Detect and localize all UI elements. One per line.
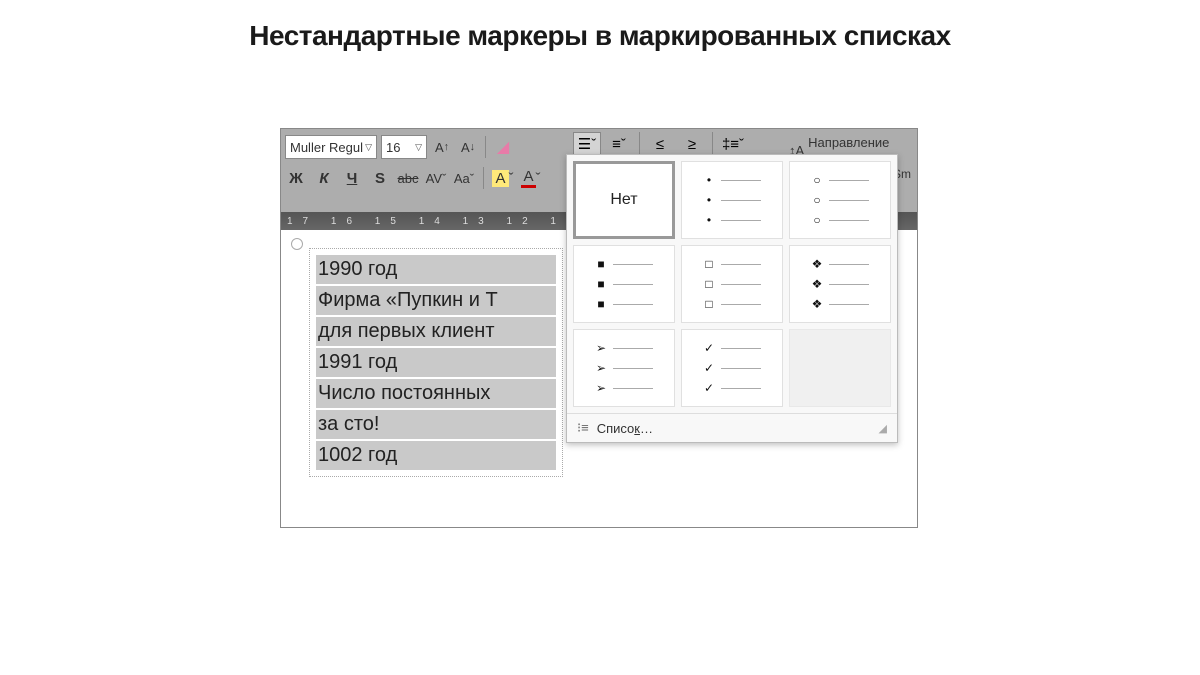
bullet-sample-line [721, 264, 761, 265]
custom-list-link[interactable]: Список… [597, 421, 653, 436]
bullet-option-none[interactable]: Нет [573, 161, 675, 239]
bullet-option-circle[interactable]: ○ ○ ○ [789, 161, 891, 239]
increase-font-button[interactable]: A↑ [431, 135, 453, 159]
bullet-sample-line [721, 368, 761, 369]
bullet-sample-line [613, 368, 653, 369]
strikethrough-button[interactable]: abc [397, 166, 419, 190]
bullet-sample-line [829, 264, 869, 265]
text-frame[interactable]: 1990 год Фирма «Пупкин и Т для первых кл… [309, 248, 563, 477]
decrease-indent-button[interactable]: ≤ [646, 132, 674, 156]
frame-anchor-handle[interactable] [291, 238, 303, 250]
bullet-mark-icon: □ [703, 277, 715, 291]
bullet-sample-line [829, 284, 869, 285]
bullet-mark-icon: ✓ [703, 361, 715, 375]
bullet-sample-line [613, 284, 653, 285]
bullet-sample-line [721, 348, 761, 349]
char-spacing-button[interactable]: AVˇ [425, 166, 447, 190]
bullet-mark-icon: ❖ [811, 297, 823, 311]
font-size-select[interactable]: 16▽ [381, 135, 427, 159]
bullet-sample-line [721, 304, 761, 305]
doc-line[interactable]: Число постоянных [316, 379, 556, 408]
doc-line[interactable]: для первых клиент [316, 317, 556, 346]
bullet-mark-icon: ❖ [811, 277, 823, 291]
bullet-mark-icon: ○ [811, 173, 823, 187]
bullet-sample-line [613, 264, 653, 265]
bulleted-list-button[interactable]: ☰ˇ [573, 132, 601, 156]
numbered-list-button[interactable]: ≡ˇ [605, 132, 633, 156]
bullet-sample-line [829, 180, 869, 181]
doc-line[interactable]: за сто! [316, 410, 556, 439]
bullet-option-empty [789, 329, 891, 407]
bullet-mark-icon: ✓ [703, 381, 715, 395]
decrease-font-button[interactable]: A↓ [457, 135, 479, 159]
bullet-mark-icon: ■ [595, 257, 607, 271]
bullet-mark-icon: ❖ [811, 257, 823, 271]
shadow-button[interactable]: S [369, 166, 391, 190]
bullet-sample-line [829, 220, 869, 221]
bullets-dropdown: Нет • • • ○ ○ ○ ■ ■ ■ □ □ □ ❖ ❖ ❖ ➢ ➢ ➢ ✓ ✓ ✓ ⁝≡ Список… ◢ [566, 154, 898, 443]
bullet-mark-icon: □ [703, 297, 715, 311]
chevron-down-icon: ▽ [415, 142, 422, 153]
bullet-sample-line [613, 304, 653, 305]
clear-formatting-button[interactable]: ◢ [492, 135, 514, 159]
line-spacing-button[interactable]: ‡≡ˇ [719, 132, 747, 156]
doc-line[interactable]: 1002 год [316, 441, 556, 470]
bullet-mark-icon: ○ [811, 193, 823, 207]
highlight-button[interactable]: Aˇ [492, 166, 514, 190]
bullet-mark-icon: • [703, 213, 715, 227]
list-icon: ⁝≡ [577, 420, 589, 436]
bullet-sample-line [829, 304, 869, 305]
bullet-option-disc[interactable]: • • • [681, 161, 783, 239]
bullet-option-black-square[interactable]: ■ ■ ■ [573, 245, 675, 323]
bullet-option-diamond[interactable]: ❖ ❖ ❖ [789, 245, 891, 323]
bullet-mark-icon: ➢ [595, 361, 607, 375]
bullet-mark-icon: • [703, 193, 715, 207]
bold-button[interactable]: Ж [285, 166, 307, 190]
bullet-mark-icon: ■ [595, 277, 607, 291]
bullet-sample-line [721, 388, 761, 389]
bullet-sample-line [613, 388, 653, 389]
bullet-mark-icon: • [703, 173, 715, 187]
bullet-sample-line [613, 348, 653, 349]
italic-button[interactable]: К [313, 166, 335, 190]
bullet-sample-line [829, 200, 869, 201]
none-label: Нет [610, 191, 637, 209]
bullet-mark-icon: □ [703, 257, 715, 271]
bullet-option-arrow[interactable]: ➢ ➢ ➢ [573, 329, 675, 407]
underline-button[interactable]: Ч [341, 166, 363, 190]
bullet-mark-icon: ➢ [595, 381, 607, 395]
doc-line[interactable]: Фирма «Пупкин и Т [316, 286, 556, 315]
bullet-mark-icon: ○ [811, 213, 823, 227]
increase-indent-button[interactable]: ≥ [678, 132, 706, 156]
bullet-sample-line [721, 200, 761, 201]
bullet-sample-line [721, 220, 761, 221]
bullet-mark-icon: ➢ [595, 341, 607, 355]
doc-line[interactable]: 1991 год [316, 348, 556, 377]
resize-grip-icon[interactable]: ◢ [879, 422, 887, 435]
bullet-mark-icon: ✓ [703, 341, 715, 355]
bullet-sample-line [721, 180, 761, 181]
page-title: Нестандартные маркеры в маркированных сп… [0, 0, 1200, 52]
chevron-down-icon: ▽ [365, 142, 372, 153]
bullet-sample-line [721, 284, 761, 285]
bullet-mark-icon: ■ [595, 297, 607, 311]
doc-line[interactable]: 1990 год [316, 255, 556, 284]
bullet-option-hollow-square[interactable]: □ □ □ [681, 245, 783, 323]
bullet-option-check[interactable]: ✓ ✓ ✓ [681, 329, 783, 407]
font-name-select[interactable]: Muller Regul▽ [285, 135, 377, 159]
font-color-button[interactable]: Aˇ [520, 166, 542, 190]
case-button[interactable]: Aaˇ [453, 166, 475, 190]
